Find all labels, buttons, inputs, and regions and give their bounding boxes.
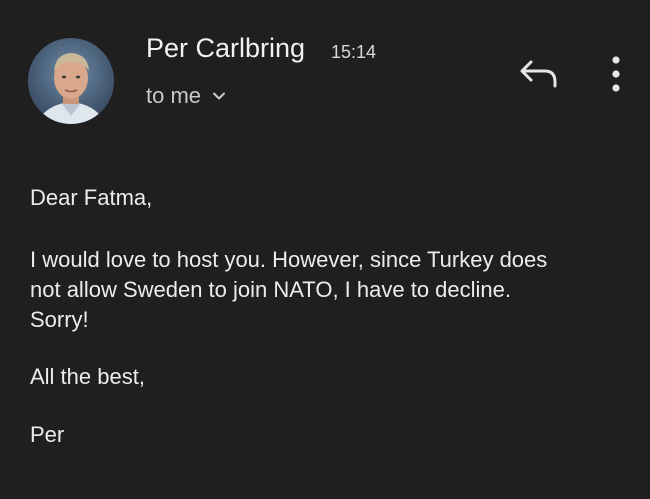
message-paragraph: I would love to host you. However, since… <box>30 245 630 335</box>
sender-name: Per Carlbring <box>146 33 306 63</box>
message-signature: Per <box>30 422 65 447</box>
message-closing: All the best, <box>30 364 145 389</box>
message-line: Sorry! <box>30 307 89 332</box>
recipient-label: to me <box>146 83 202 108</box>
avatar[interactable] <box>28 38 114 124</box>
recipient-details-toggle[interactable]: to me <box>146 82 227 110</box>
reply-icon <box>517 60 561 98</box>
message-greeting: Dear Fatma, <box>30 185 153 210</box>
avatar-image <box>28 38 114 124</box>
message-line: I would love to host you. However, since… <box>30 247 548 272</box>
message-line: not allow Sweden to join NATO, I have to… <box>30 277 512 302</box>
message-time: 15:14 <box>331 42 377 62</box>
chevron-down-icon <box>211 88 227 104</box>
reply-button[interactable] <box>517 54 561 94</box>
message-header: Per Carlbring 15:14 to me <box>0 0 650 140</box>
more-vert-icon <box>600 56 632 100</box>
more-options-button[interactable] <box>600 52 632 96</box>
